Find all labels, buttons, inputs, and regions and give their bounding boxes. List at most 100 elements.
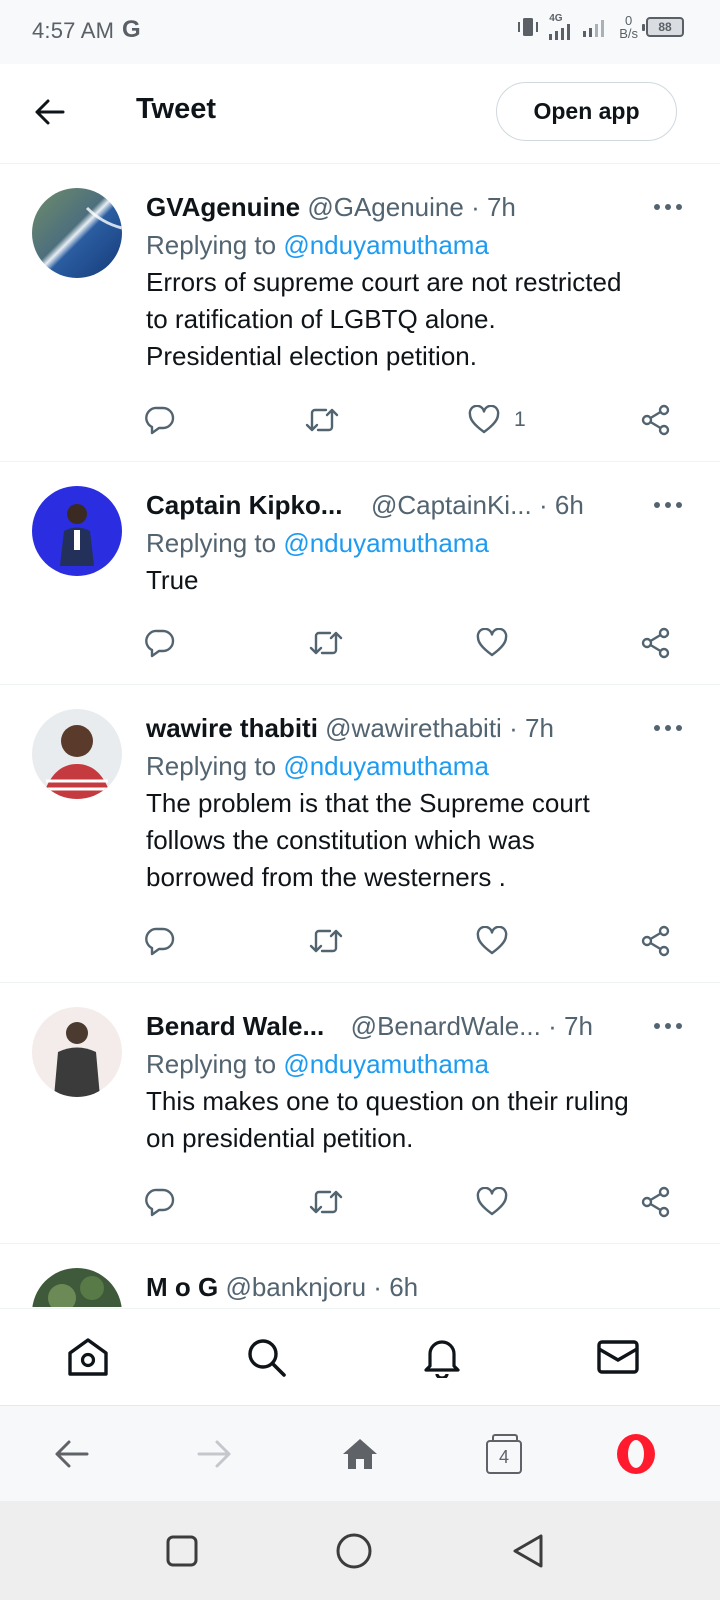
share-button[interactable] <box>640 919 672 963</box>
handle[interactable]: @banknjoru <box>225 1272 366 1302</box>
heart-icon <box>476 926 508 955</box>
tweet-partial[interactable]: M o G @banknjoru · 6h <box>0 1245 720 1307</box>
avatar[interactable] <box>32 709 122 799</box>
retweet-button[interactable] <box>304 398 340 442</box>
recents-button[interactable] <box>160 1529 204 1573</box>
heart-icon <box>476 1187 508 1216</box>
browser-tabs-button[interactable]: 4 <box>478 1428 530 1480</box>
vibrate-icon <box>518 18 539 36</box>
timestamp[interactable]: 6h <box>389 1272 418 1302</box>
tweet-body: Captain Kipko... @CaptainKi... · 6h Repl… <box>146 486 686 599</box>
more-button[interactable] <box>646 709 690 747</box>
timestamp[interactable]: 7h <box>487 192 516 222</box>
more-button[interactable] <box>646 486 690 524</box>
reply-button[interactable] <box>144 621 176 665</box>
display-name[interactable]: Captain Kipko... <box>146 490 342 520</box>
nav-messages[interactable] <box>592 1331 644 1383</box>
more-button[interactable] <box>646 1007 690 1045</box>
display-name[interactable]: Benard Wale... <box>146 1011 324 1041</box>
square-icon <box>166 1535 198 1567</box>
display-name[interactable]: M o G <box>146 1272 218 1302</box>
reply-button[interactable] <box>144 398 176 442</box>
like-button[interactable] <box>476 1180 508 1224</box>
system-home-button[interactable] <box>332 1529 376 1573</box>
tweet-text-line: True <box>146 565 199 595</box>
separator-dot: · <box>509 713 518 743</box>
more-horizontal-icon <box>654 204 682 210</box>
reply-to-link[interactable]: @nduyamuthama <box>283 528 489 558</box>
status-time: 4:57 AM <box>32 18 115 43</box>
timestamp[interactable]: 7h <box>525 713 554 743</box>
avatar[interactable] <box>32 188 122 278</box>
share-icon <box>641 404 670 436</box>
tweet-body: GVAgenuine @GAgenuine · 7h Replying to @… <box>146 188 686 375</box>
timestamp[interactable]: 6h <box>555 490 584 520</box>
nav-search[interactable] <box>240 1331 292 1383</box>
back-button[interactable] <box>28 90 72 134</box>
retweet-button[interactable] <box>308 1180 344 1224</box>
avatar[interactable] <box>32 1268 122 1307</box>
replying-to: Replying to @nduyamuthama <box>146 226 686 264</box>
tweet-text: The problem is that the Supreme court fo… <box>146 785 686 896</box>
tweet-header: M o G @banknjoru · 6h <box>146 1268 686 1306</box>
mail-icon <box>597 1340 639 1374</box>
signal-icon <box>549 24 571 40</box>
network-type: 4G <box>549 13 563 24</box>
nav-notifications[interactable] <box>416 1331 468 1383</box>
browser-forward-button[interactable] <box>188 1428 240 1480</box>
tweet[interactable]: Benard Wale... @BenardWale... · 7h Reply… <box>0 984 720 1244</box>
reply-button[interactable] <box>144 1180 176 1224</box>
tabs-icon: 4 <box>486 1434 522 1474</box>
retweet-icon <box>309 929 343 953</box>
reply-to-link[interactable]: @nduyamuthama <box>283 1049 489 1079</box>
display-name[interactable]: wawire thabiti <box>146 713 318 743</box>
display-name[interactable]: GVAgenuine <box>146 192 300 222</box>
carrier-logo: G <box>122 16 141 43</box>
retweet-icon <box>305 408 339 432</box>
reply-to-link[interactable]: @nduyamuthama <box>283 751 489 781</box>
system-back-button[interactable] <box>506 1529 550 1573</box>
handle[interactable]: @BenardWale... <box>351 1011 541 1041</box>
avatar[interactable] <box>32 486 122 576</box>
retweet-button[interactable] <box>308 621 344 665</box>
like-button[interactable] <box>476 621 508 665</box>
browser-home-button[interactable] <box>334 1428 386 1480</box>
battery-level: 88 <box>658 20 672 34</box>
tweet[interactable]: Captain Kipko... @CaptainKi... · 6h Repl… <box>0 463 720 685</box>
like-button[interactable] <box>476 919 508 963</box>
system-nav-bar <box>0 1501 720 1600</box>
share-button[interactable] <box>640 621 672 665</box>
tweet[interactable]: GVAgenuine @GAgenuine · 7h Replying to @… <box>0 165 720 462</box>
triangle-back-icon <box>513 1534 543 1568</box>
opera-icon <box>617 1434 655 1474</box>
share-button[interactable] <box>640 1180 672 1224</box>
retweet-button[interactable] <box>308 919 344 963</box>
more-button[interactable] <box>646 188 690 226</box>
reply-button[interactable] <box>144 919 176 963</box>
open-app-button[interactable]: Open app <box>496 82 677 141</box>
reply-to-link[interactable]: @nduyamuthama <box>283 230 489 260</box>
arrow-left-icon <box>35 99 65 125</box>
tweet-text-line: The problem is that the Supreme court <box>146 788 590 818</box>
reply-icon <box>145 406 175 435</box>
browser-toolbar: 4 <box>0 1405 720 1501</box>
browser-back-button[interactable] <box>46 1428 98 1480</box>
replying-to: Replying to @nduyamuthama <box>146 1045 686 1083</box>
handle[interactable]: @GAgenuine <box>307 192 464 222</box>
separator-dot: · <box>471 192 480 222</box>
tweet-header: wawire thabiti @wawirethabiti · 7h <box>146 709 686 747</box>
tweet-actions <box>144 621 686 665</box>
replies-feed[interactable]: GVAgenuine @GAgenuine · 7h Replying to @… <box>0 165 720 1307</box>
avatar[interactable] <box>32 1007 122 1097</box>
handle[interactable]: @CaptainKi... <box>371 490 532 520</box>
browser-menu-button[interactable] <box>610 1428 662 1480</box>
nav-home[interactable] <box>62 1331 114 1383</box>
timestamp[interactable]: 7h <box>564 1011 593 1041</box>
share-button[interactable] <box>640 398 672 442</box>
tweet[interactable]: wawire thabiti @wawirethabiti · 7h Reply… <box>0 686 720 983</box>
like-button[interactable]: 1 <box>468 398 526 442</box>
handle[interactable]: @wawirethabiti <box>325 713 502 743</box>
tweet-text: Errors of supreme court are not restrict… <box>146 264 686 375</box>
tweet-body: M o G @banknjoru · 6h <box>146 1268 686 1306</box>
replying-to-label: Replying to <box>146 1049 277 1079</box>
